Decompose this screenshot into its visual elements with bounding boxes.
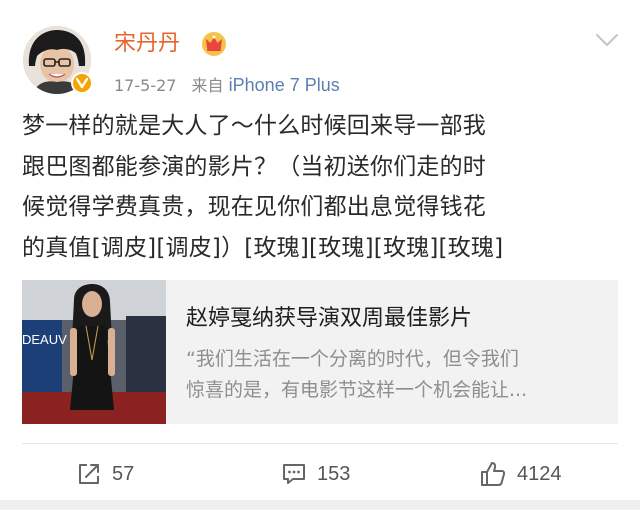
chevron-down-icon[interactable] <box>595 32 619 48</box>
repost-count: 57 <box>112 462 135 485</box>
content-line: 跟巴图都能参演的影片？（当初送你们走的时 <box>22 153 486 180</box>
comment-icon <box>283 464 305 484</box>
divider <box>22 443 618 444</box>
post-meta: 17-5-27 来自 iPhone 7 Plus <box>114 74 340 97</box>
content-line: 的真值[调皮][调皮]）[玫瑰][玫瑰][玫瑰][玫瑰] <box>22 234 504 261</box>
post-content: 梦一样的就是大人了～什么时候回来导一部我 跟巴图都能参演的影片？（当初送你们走的… <box>22 106 622 268</box>
bottom-separator <box>0 500 640 510</box>
repost-icon <box>79 464 99 484</box>
like-icon <box>481 462 506 486</box>
source-device[interactable]: iPhone 7 Plus <box>229 75 340 95</box>
card-desc-line: 惊喜的是，有电影节这样一个机会能让... <box>186 379 528 401</box>
timestamp: 17-5-27 <box>114 76 177 95</box>
author-name[interactable]: 宋丹丹 <box>114 30 180 58</box>
card-desc-line: “我们生活在一个分离的时代，但令我们 <box>186 348 519 370</box>
weibo-post: 宋丹丹 17-5-27 来自 iPhone 7 Plus 梦一样的就是大人了～什… <box>0 0 640 510</box>
article-card[interactable]: DEAUV 赵婷戛纳获导演双周最佳影片 “我们生活在一个分离的时代，但令我们 惊… <box>22 280 618 424</box>
card-title[interactable]: 赵婷戛纳获导演双周最佳影片 <box>186 304 472 334</box>
repost-button[interactable]: 57 <box>76 454 134 494</box>
verified-badge-icon <box>71 72 93 94</box>
thumb-text: DEAUV <box>22 332 67 347</box>
source-prefix: 来自 <box>191 76 224 95</box>
like-button[interactable]: 4124 <box>479 454 562 494</box>
comment-button[interactable]: 153 <box>281 454 350 494</box>
card-description: “我们生活在一个分离的时代，但令我们 惊喜的是，有电影节这样一个机会能让... <box>186 344 606 406</box>
crown-icon[interactable] <box>201 31 227 57</box>
card-thumbnail[interactable]: DEAUV <box>22 280 166 424</box>
comment-count: 153 <box>317 462 351 485</box>
content-line: 梦一样的就是大人了～什么时候回来导一部我 <box>22 113 486 139</box>
content-line: 候觉得学费真贵，现在见你们都出息觉得钱花 <box>22 194 486 220</box>
like-count: 4124 <box>517 462 562 485</box>
action-bar: 57 153 4124 <box>0 454 640 494</box>
